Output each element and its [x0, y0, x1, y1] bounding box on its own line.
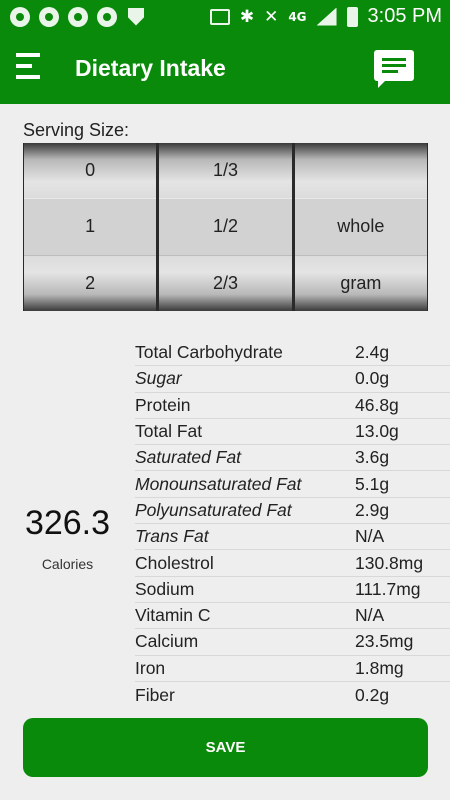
calories-label: Calories	[41, 556, 94, 572]
nutrient-name: Iron	[135, 657, 166, 678]
network-type: 4G	[288, 9, 307, 24]
nutrient-row: Protein 46.8g	[135, 393, 450, 419]
battery-icon	[346, 6, 358, 27]
serving-size-picker[interactable]: 0 1 2 1/3 1/2 2/3 whole gram	[23, 143, 428, 311]
mute-icon: ✕	[264, 6, 279, 27]
signal-icon	[316, 7, 337, 26]
picker-selected-option[interactable]: 1	[24, 198, 157, 256]
picker-option[interactable]: 0	[24, 143, 157, 199]
nutrient-value: 5.1g	[355, 473, 390, 494]
nutrient-row: Cholestrol 130.8mg	[135, 550, 450, 577]
nutrient-name: Trans Fat	[135, 526, 209, 547]
nutrient-row: Sodium 111.7mg	[135, 577, 450, 603]
picker-selected-option[interactable]: 1/2	[159, 198, 292, 256]
nutrient-value: 0.2g	[355, 684, 390, 705]
chat-message-icon[interactable]	[374, 50, 414, 88]
nutrient-row: Iron 1.8mg	[135, 656, 450, 682]
nutrient-row: Trans Fat N/A	[135, 524, 450, 551]
nutrient-value: 23.5mg	[355, 631, 414, 652]
aperture-notification-icon	[10, 6, 30, 27]
notification-icons	[0, 6, 144, 27]
picker-option[interactable]: gram	[294, 255, 427, 311]
nutrient-value: 1.8mg	[355, 657, 404, 678]
app-bar: Dietary Intake	[0, 33, 450, 104]
nutrient-value: N/A	[355, 605, 385, 626]
nutrient-name: Protein	[135, 394, 191, 415]
save-button[interactable]: SAVE	[23, 718, 428, 777]
nutrient-value: 46.8g	[355, 394, 399, 415]
nutrient-name: Sugar	[135, 368, 182, 389]
nutrient-name: Monounsaturated Fat	[135, 473, 302, 494]
nutrient-value: 13.0g	[355, 421, 399, 442]
shield-icon	[128, 7, 144, 26]
system-status: ✱ ✕ 4G 3:05 PM	[209, 0, 442, 33]
nutrient-name: Polyunsaturated Fat	[135, 499, 292, 520]
nutrient-name: Total Carbohydrate	[135, 342, 283, 363]
status-time: 3:05 PM	[367, 5, 442, 27]
nutrient-row: Sugar 0.0g	[135, 366, 450, 393]
hamburger-menu-icon[interactable]	[16, 53, 40, 83]
nutrient-row: Fiber 0.2g	[135, 682, 450, 708]
aperture-notification-icon	[68, 6, 88, 27]
nutrient-value: 130.8mg	[355, 552, 424, 573]
picker-option[interactable]: 1/3	[159, 143, 292, 199]
status-bar: ✱ ✕ 4G 3:05 PM	[0, 0, 450, 33]
nutrient-name: Vitamin C	[135, 605, 211, 626]
nutrient-name: Sodium	[135, 578, 195, 599]
nutrient-name: Total Fat	[135, 421, 203, 442]
picker-column-unit[interactable]: whole gram	[294, 143, 427, 311]
nutrient-table: Total Carbohydrate 2.4g Sugar 0.0g Protein…	[135, 340, 450, 708]
nutrient-value: 2.9g	[355, 499, 390, 520]
nutrient-value: 111.7mg	[355, 578, 421, 599]
nutrient-name: Calcium	[135, 631, 199, 652]
picker-option[interactable]: 2/3	[159, 255, 292, 311]
cast-icon	[209, 8, 230, 25]
nutrient-value: 3.6g	[355, 447, 390, 468]
nutrient-row: Total Carbohydrate 2.4g	[135, 340, 450, 367]
nutrient-row: Monounsaturated Fat 5.1g	[135, 471, 450, 498]
serving-size-label: Serving Size:	[23, 120, 130, 140]
aperture-notification-icon	[39, 6, 59, 27]
picker-option[interactable]	[294, 143, 427, 199]
nutrient-row: Saturated Fat 3.6g	[135, 445, 450, 472]
nutrient-value: N/A	[355, 526, 385, 547]
nutrient-row: Vitamin C N/A	[135, 603, 450, 630]
nutrient-row: Total Fat 13.0g	[135, 419, 450, 446]
picker-column-whole[interactable]: 0 1 2	[24, 143, 157, 311]
nutrient-value: 2.4g	[355, 342, 390, 363]
picker-column-fraction[interactable]: 1/3 1/2 2/3	[159, 143, 292, 311]
nutrient-row: Calcium 23.5mg	[135, 629, 450, 656]
calories-value: 326.3	[24, 504, 111, 542]
nutrient-name: Saturated Fat	[135, 447, 242, 468]
nutrient-name: Fiber	[135, 684, 175, 705]
aperture-notification-icon	[97, 6, 117, 27]
bluetooth-icon: ✱	[239, 6, 255, 27]
nutrient-value: 0.0g	[355, 368, 390, 389]
nutrient-row: Polyunsaturated Fat 2.9g	[135, 498, 450, 525]
picker-option[interactable]: 2	[24, 255, 157, 311]
nutrient-name: Cholestrol	[135, 552, 214, 573]
page-title: Dietary Intake	[75, 55, 226, 81]
picker-selected-option[interactable]: whole	[294, 198, 427, 256]
